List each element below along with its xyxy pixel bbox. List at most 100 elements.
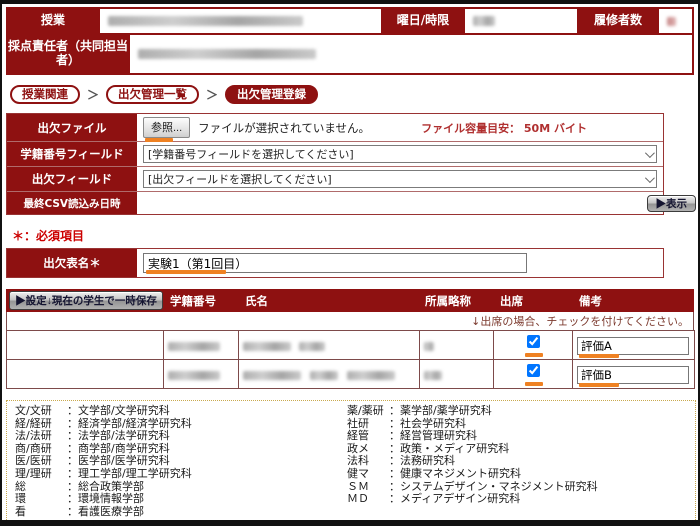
table-row <box>7 360 695 389</box>
list-item: 経管：経営管理研究科 <box>347 430 687 443</box>
attendance-field-label: 出欠フィールド <box>7 167 137 191</box>
orange-annotation-sheet-name <box>146 270 226 274</box>
orange-annotation-checkbox <box>525 353 543 357</box>
orange-annotation-checkbox <box>525 382 543 386</box>
list-item: 理/理研：理工学部/理工学研究科 <box>15 468 347 481</box>
redacted-affiliation <box>424 371 442 380</box>
affiliation-cell <box>420 331 494 360</box>
legend-abbr: 看 <box>15 506 67 519</box>
attendance-check-note: ↓出席の場合、チェックを付けてください。 <box>6 312 694 330</box>
sheet-name-row: 出欠表名＊ <box>6 248 664 278</box>
legend-separator: ： <box>67 430 78 443</box>
last-csv-label: 最終CSV読込み日時 <box>7 192 137 214</box>
orange-annotation-remark <box>579 354 619 358</box>
affiliation-cell <box>420 360 494 389</box>
legend-name: 経営管理研究科 <box>400 430 477 443</box>
list-item: ＭＤ：メディアデザイン研究科 <box>347 493 687 506</box>
legend-separator: ： <box>67 468 78 481</box>
attendance-registration-page: 授業 曜日/時限 履修者数 採点責任者（共同担当者） 授業関連 ＞ 出欠管理一覧… <box>0 0 700 526</box>
breadcrumb-course-related[interactable]: 授業関連 <box>10 85 80 105</box>
chevron-down-icon <box>645 148 655 158</box>
save-current-students-button[interactable]: ▶設定↓現在の学生で一時保存 <box>9 291 163 310</box>
last-csv-value-cell <box>137 192 663 214</box>
col-name: 氏名 <box>245 293 268 309</box>
table-row <box>7 331 695 360</box>
row-action-cell <box>7 360 164 389</box>
course-header: 授業 曜日/時限 履修者数 採点責任者（共同担当者） <box>6 7 694 75</box>
redacted-student-id <box>168 371 220 380</box>
attendance-field-select[interactable]: [出欠フィールドを選択してください] <box>143 170 657 188</box>
grader-value-cell <box>130 35 692 73</box>
orange-annotation-remark <box>579 383 619 387</box>
col-affiliation: 所属略称 <box>425 293 471 309</box>
remark-input[interactable] <box>577 337 689 355</box>
redacted-student-name <box>347 371 395 380</box>
course-value-cell <box>100 9 381 33</box>
redacted-course-title <box>108 16 303 26</box>
attendance-checkbox[interactable] <box>527 364 540 377</box>
day-period-value-cell <box>465 9 577 33</box>
browse-button[interactable]: 参照... <box>143 117 190 138</box>
legend-separator: ： <box>389 493 400 506</box>
faculty-legend: 文/文研：文学部/文学研究科 経/経研：経済学部/経済学研究科 法/法研：法学部… <box>6 400 696 524</box>
enrollment-value-cell <box>659 9 692 33</box>
legend-abbr: 経管 <box>347 430 389 443</box>
legend-separator: ： <box>67 405 78 418</box>
legend-abbr: 文/文研 <box>15 405 67 418</box>
redacted-student-name <box>243 371 301 380</box>
redacted-student-id <box>168 342 220 351</box>
list-item: 薬/薬研：薬学部/薬学研究科 <box>347 405 687 418</box>
breadcrumb: 授業関連 ＞ 出欠管理一覧 ＞ 出欠管理登録 <box>10 85 698 104</box>
remark-cell <box>573 331 695 360</box>
legend-name: 理工学部/理工学研究科 <box>78 468 192 481</box>
breadcrumb-separator: ＞ <box>87 86 99 103</box>
col-student-id: 学籍番号 <box>170 293 216 309</box>
redacted-student-name <box>299 342 325 351</box>
breadcrumb-attendance-list[interactable]: 出欠管理一覧 <box>106 85 199 105</box>
col-remarks: 備考 <box>579 293 602 309</box>
course-label: 授業 <box>8 9 98 33</box>
student-id-field-select[interactable]: [学籍番号フィールドを選択してください] <box>143 145 657 163</box>
legend-abbr: 健マ <box>347 468 389 481</box>
legend-abbr: 環 <box>15 493 67 506</box>
legend-name: 看護医療学部 <box>78 506 144 519</box>
redacted-affiliation <box>424 342 434 351</box>
attendance-checkbox[interactable] <box>527 335 540 348</box>
redacted-day-period <box>473 16 495 26</box>
chevron-down-icon <box>645 173 655 183</box>
breadcrumb-attendance-register: 出欠管理登録 <box>225 85 318 105</box>
redacted-student-name <box>310 371 338 380</box>
remark-cell <box>573 360 695 389</box>
legend-name: メディアデザイン研究科 <box>400 493 520 506</box>
legend-name: 健康マネジメント研究科 <box>400 468 521 481</box>
legend-name: 薬学部/薬学研究科 <box>400 405 492 418</box>
col-attendance: 出席 <box>500 293 523 309</box>
legend-separator: ： <box>389 405 400 418</box>
row-action-cell <box>7 331 164 360</box>
enrollment-label: 履修者数 <box>579 9 657 33</box>
list-item: 環：環境情報学部 <box>15 493 347 506</box>
legend-abbr: 薬/薬研 <box>347 405 389 418</box>
breadcrumb-separator: ＞ <box>206 86 218 103</box>
legend-abbr: 法/法研 <box>15 430 67 443</box>
redacted-enrollment-count <box>667 17 676 26</box>
list-item: 商/商研：商学部/商学研究科 <box>15 443 347 456</box>
student-id-field-selected-value: [学籍番号フィールドを選択してください] <box>148 146 354 162</box>
student-id-cell <box>164 360 239 389</box>
legend-abbr: ＭＤ <box>347 493 389 506</box>
remark-input[interactable] <box>577 366 689 384</box>
sheet-name-label: 出欠表名＊ <box>7 249 137 277</box>
legend-separator: ： <box>67 493 78 506</box>
grader-label: 採点責任者（共同担当者） <box>8 35 128 73</box>
attendance-file-label: 出欠ファイル <box>7 114 137 141</box>
legend-separator: ： <box>67 506 78 519</box>
legend-separator: ： <box>389 430 400 443</box>
student-id-field-label: 学籍番号フィールド <box>7 142 137 166</box>
show-button[interactable]: ▶表示 <box>647 195 697 212</box>
required-fields-note: ＊：必須項目 <box>12 227 698 244</box>
redacted-student-name <box>243 342 291 351</box>
students-table: ▶設定↓現在の学生で一時保存 学籍番号 氏名 所属略称 出席 備考 ↓出席の場合… <box>6 289 694 389</box>
list-item: 経/経研：経済学部/経済学研究科 <box>15 418 347 431</box>
legend-name: 法学部/法学研究科 <box>78 430 170 443</box>
students-table-header: ▶設定↓現在の学生で一時保存 学籍番号 氏名 所属略称 出席 備考 <box>6 289 694 312</box>
